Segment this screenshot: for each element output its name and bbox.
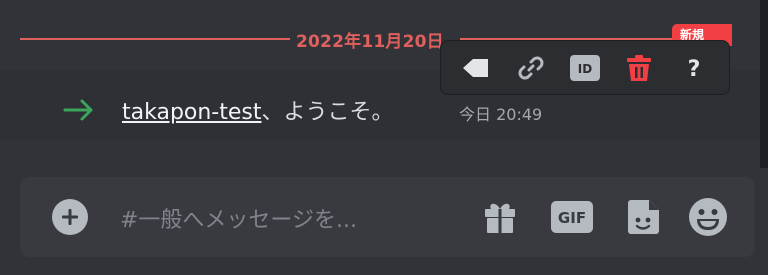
help-icon: ? — [687, 57, 700, 81]
gift-icon — [485, 203, 515, 233]
date-divider-line — [20, 38, 290, 40]
gift-button[interactable] — [478, 195, 522, 239]
delete-button[interactable] — [617, 46, 661, 90]
help-button[interactable]: ? — [672, 46, 716, 90]
scrollbar[interactable] — [760, 0, 768, 168]
delete-icon — [627, 54, 652, 81]
message-input[interactable]: #一般へメッセージを... — [120, 202, 357, 234]
message-action-toolbar: ID ? — [440, 40, 730, 95]
gif-button[interactable]: GIF — [550, 195, 594, 239]
emoji-button[interactable] — [686, 195, 730, 239]
join-arrow-icon — [62, 96, 96, 128]
message-composer: #一般へメッセージを... GIF — [20, 177, 755, 257]
join-message: takapon-test、ようこそ。 — [122, 94, 394, 126]
link-icon — [518, 56, 544, 79]
copy-id-button[interactable]: ID — [563, 46, 607, 90]
message-timestamp: 今日 20:49 — [459, 105, 543, 124]
copy-id-icon: ID — [569, 54, 600, 81]
sticker-icon — [628, 200, 659, 234]
svg-text:ID: ID — [578, 62, 592, 76]
copy-link-button[interactable] — [509, 46, 553, 90]
tag-icon — [463, 58, 489, 77]
plus-icon — [62, 209, 78, 225]
attach-button[interactable] — [52, 199, 88, 235]
sticker-button[interactable] — [622, 195, 666, 239]
message-username[interactable]: takapon-test — [122, 100, 262, 125]
date-divider-label: 2022年11月20日 — [296, 32, 444, 52]
gif-icon: GIF — [551, 201, 593, 233]
emoji-icon — [689, 198, 727, 236]
tag-button[interactable] — [454, 46, 498, 90]
svg-text:GIF: GIF — [558, 209, 586, 227]
svg-text:?: ? — [687, 57, 700, 81]
join-message-text: 、ようこそ。 — [261, 100, 394, 125]
